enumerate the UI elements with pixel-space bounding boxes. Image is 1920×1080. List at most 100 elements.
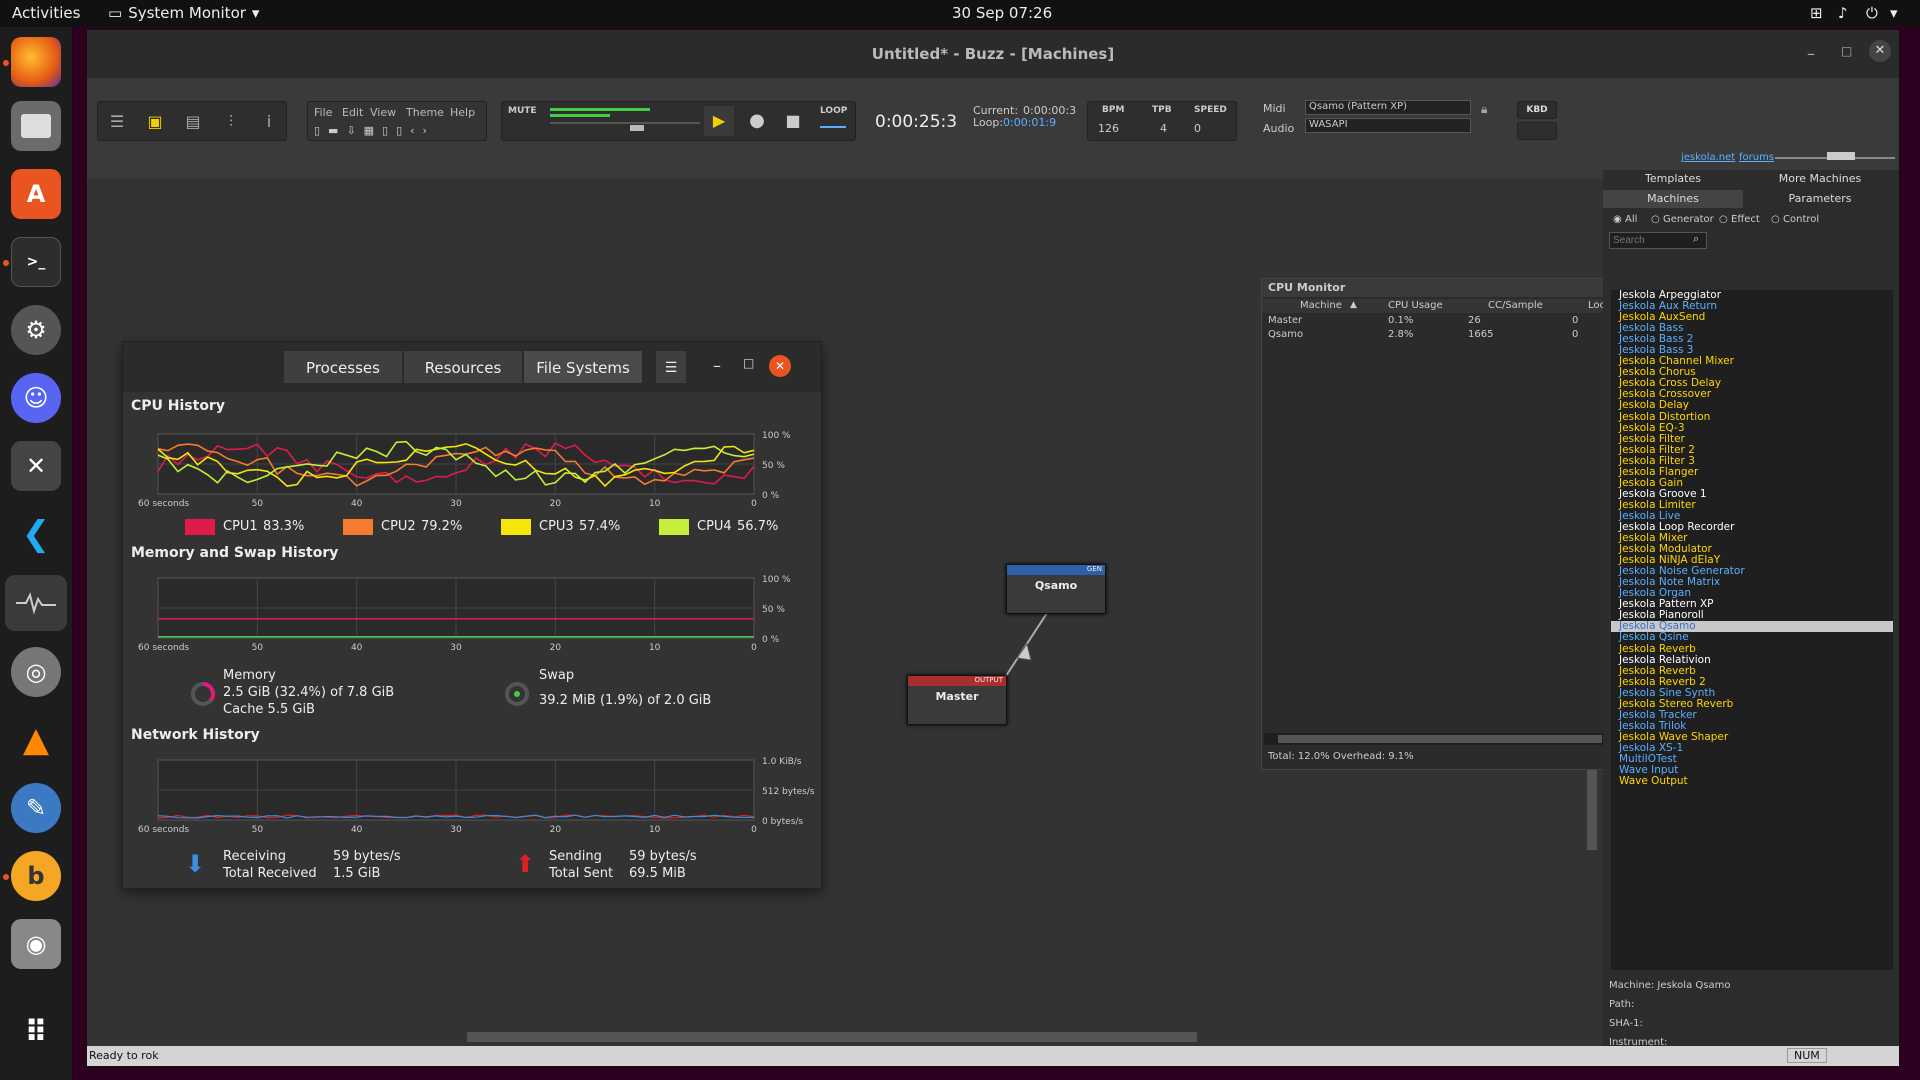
cpu-legend-swatch[interactable] xyxy=(185,519,215,535)
settings-icon[interactable]: ⚙ xyxy=(11,305,61,355)
network-icon[interactable]: ⊞ xyxy=(1810,4,1823,22)
xmind-icon[interactable]: ✕ xyxy=(11,441,61,491)
tpb-input[interactable]: 4 xyxy=(1160,122,1167,135)
activities-button[interactable]: Activities xyxy=(12,4,80,22)
list-item[interactable]: Jeskola Filter xyxy=(1611,433,1893,445)
forums-link[interactable]: forums xyxy=(1739,152,1774,163)
brave-icon[interactable]: b xyxy=(11,851,61,901)
firefox-icon[interactable] xyxy=(11,37,61,87)
cpu-legend-swatch[interactable] xyxy=(501,519,531,535)
loop-button[interactable]: LOOP xyxy=(820,106,847,116)
x-tick-label: 50 xyxy=(252,825,264,835)
receiving-rate: 59 bytes/s xyxy=(333,849,401,864)
info-machine-label: Machine: xyxy=(1609,980,1655,991)
memory-usage: 2.5 GiB (32.4%) of 7.8 GiB xyxy=(223,685,395,700)
speed-input[interactable]: 0 xyxy=(1194,122,1201,135)
audio-device-select[interactable]: WASAPI xyxy=(1305,118,1471,133)
history-graphs: 60 seconds 50 40 30 20 10 0100 %50 %0 %60 seco… xyxy=(138,431,815,835)
stop-icon[interactable]: ■ xyxy=(778,106,808,136)
y-tick-label: 50 % xyxy=(762,605,785,615)
system-monitor-icon[interactable] xyxy=(5,575,67,631)
machine-qsamo[interactable]: GEN Qsamo xyxy=(1006,564,1106,614)
y-tick-label: 0 % xyxy=(762,491,780,501)
app-menu[interactable]: ▭ System Monitor ▾ xyxy=(108,4,259,22)
tab-machines[interactable]: Machines xyxy=(1603,190,1743,208)
list-item[interactable]: Jeskola EQ-3 xyxy=(1611,422,1893,434)
lifesaver-icon[interactable]: ◎ xyxy=(11,647,61,697)
cpu-legend-swatch[interactable] xyxy=(659,519,689,535)
disc-icon[interactable]: ◉ xyxy=(11,919,61,969)
list-item[interactable]: Jeskola Delay xyxy=(1611,400,1893,411)
horizontal-scrollbar[interactable] xyxy=(467,1032,1197,1042)
menu-view[interactable]: View xyxy=(370,106,396,119)
menu-file[interactable]: File xyxy=(314,106,332,119)
machine-browser: Templates More Machines Machines Paramet… xyxy=(1603,170,1899,1067)
mute-button[interactable]: MUTE xyxy=(508,106,537,116)
receiving-label: Receiving xyxy=(223,849,287,864)
machine-master[interactable]: OUTPUT Master xyxy=(907,675,1007,725)
x-tick-label: 30 xyxy=(450,499,462,509)
list-item[interactable]: Jeskola Distortion xyxy=(1611,411,1893,423)
menu-theme[interactable]: Theme xyxy=(406,106,444,119)
tab-templates[interactable]: Templates xyxy=(1603,170,1743,188)
tab-more-machines[interactable]: More Machines xyxy=(1745,170,1895,188)
menu-edit[interactable]: Edit xyxy=(342,106,363,119)
list-item[interactable]: Jeskola Reverb xyxy=(1611,665,1893,677)
list-item[interactable]: Jeskola Qsine xyxy=(1611,632,1893,643)
list-item[interactable]: Wave Output xyxy=(1611,776,1893,787)
pattern-view-icon[interactable]: ▤ xyxy=(178,107,208,137)
info-icon[interactable]: i xyxy=(254,107,284,137)
col-cc-sample[interactable]: CC/Sample xyxy=(1488,300,1543,311)
horizontal-scrollbar[interactable] xyxy=(1278,735,1602,743)
record-icon[interactable]: ● xyxy=(742,106,772,136)
speed-label: SPEED xyxy=(1194,105,1227,115)
cpu-total: Total: 12.0% Overhead: 9.1% xyxy=(1268,751,1414,762)
volume-icon[interactable]: ♪ xyxy=(1838,4,1848,22)
menu-help[interactable]: Help xyxy=(450,106,475,119)
power-icon[interactable]: ⏻ xyxy=(1866,4,1878,22)
files-icon[interactable] xyxy=(11,101,61,151)
kbd-button[interactable]: KBD xyxy=(1517,101,1557,119)
cpu-legend-value: 79.2% xyxy=(421,519,463,534)
vlc-icon[interactable]: ▲ xyxy=(11,715,61,765)
apps-grid-icon[interactable]: ⠿ xyxy=(11,1007,61,1057)
fullscreen-button[interactable] xyxy=(1517,122,1557,140)
close-icon[interactable]: ✕ xyxy=(1869,40,1891,62)
swap-usage: 39.2 MiB (1.9%) of 2.0 GiB xyxy=(539,693,712,708)
sending-rate: 59 bytes/s xyxy=(629,849,697,864)
file-actions-icons[interactable]: ▯▬⇩▦▯▯‹› xyxy=(314,124,435,137)
terminal-icon[interactable]: >_ xyxy=(11,237,61,287)
zoom-slider[interactable] xyxy=(1827,152,1855,160)
jeskola-link[interactable]: jeskola.net xyxy=(1681,152,1735,163)
editor-icon[interactable]: ✎ xyxy=(11,783,61,833)
swap-info: Swap 39.2 MiB (1.9%) of 2.0 GiB xyxy=(539,667,711,709)
machine-tag: OUTPUT xyxy=(908,676,1006,686)
toolbar: ☰ ▣ ▤ ⫶ i File Edit View Theme Help ▯▬⇩▦… xyxy=(87,78,1899,178)
info-path-label: Path: xyxy=(1609,999,1635,1010)
bpm-input[interactable]: 126 xyxy=(1098,122,1119,135)
machines-view-icon[interactable]: ▣ xyxy=(140,107,170,137)
lock-icon[interactable]: 🔒︎ xyxy=(1481,102,1487,117)
window-title: Untitled* - Buzz - [Machines] xyxy=(87,30,1899,78)
info-machine-value: Jeskola Qsamo xyxy=(1657,980,1731,991)
col-cpu-usage[interactable]: CPU Usage xyxy=(1388,300,1443,311)
wave-view-icon[interactable]: ⫶ xyxy=(216,107,246,137)
discord-icon[interactable]: ☺ xyxy=(11,373,61,423)
minimize-icon[interactable]: – xyxy=(1807,44,1815,63)
volume-slider[interactable] xyxy=(630,125,644,131)
list-item[interactable]: Jeskola Relativion xyxy=(1611,654,1893,666)
list-item[interactable]: Jeskola Reverb xyxy=(1611,643,1893,655)
machine-list[interactable]: Jeskola Arpeggiator Jeskola Aux Return Jes… xyxy=(1611,290,1893,970)
col-machine[interactable]: Machine xyxy=(1300,300,1342,311)
list-icon[interactable]: ☰ xyxy=(102,107,132,137)
chevron-down-icon[interactable]: ▾ xyxy=(1890,4,1898,22)
cpu-legend-swatch[interactable] xyxy=(343,519,373,535)
vscode-icon[interactable]: ❮ xyxy=(11,509,61,559)
maximize-icon[interactable]: □ xyxy=(1841,44,1852,58)
clock[interactable]: 30 Sep 07:26 xyxy=(952,4,1052,22)
tab-parameters[interactable]: Parameters xyxy=(1745,190,1895,208)
status-text: Ready to rok xyxy=(89,1049,159,1062)
midi-device-select[interactable]: Qsamo (Pattern XP) xyxy=(1305,100,1471,115)
software-icon[interactable]: A xyxy=(11,169,61,219)
play-icon[interactable]: ▶ xyxy=(704,106,734,136)
